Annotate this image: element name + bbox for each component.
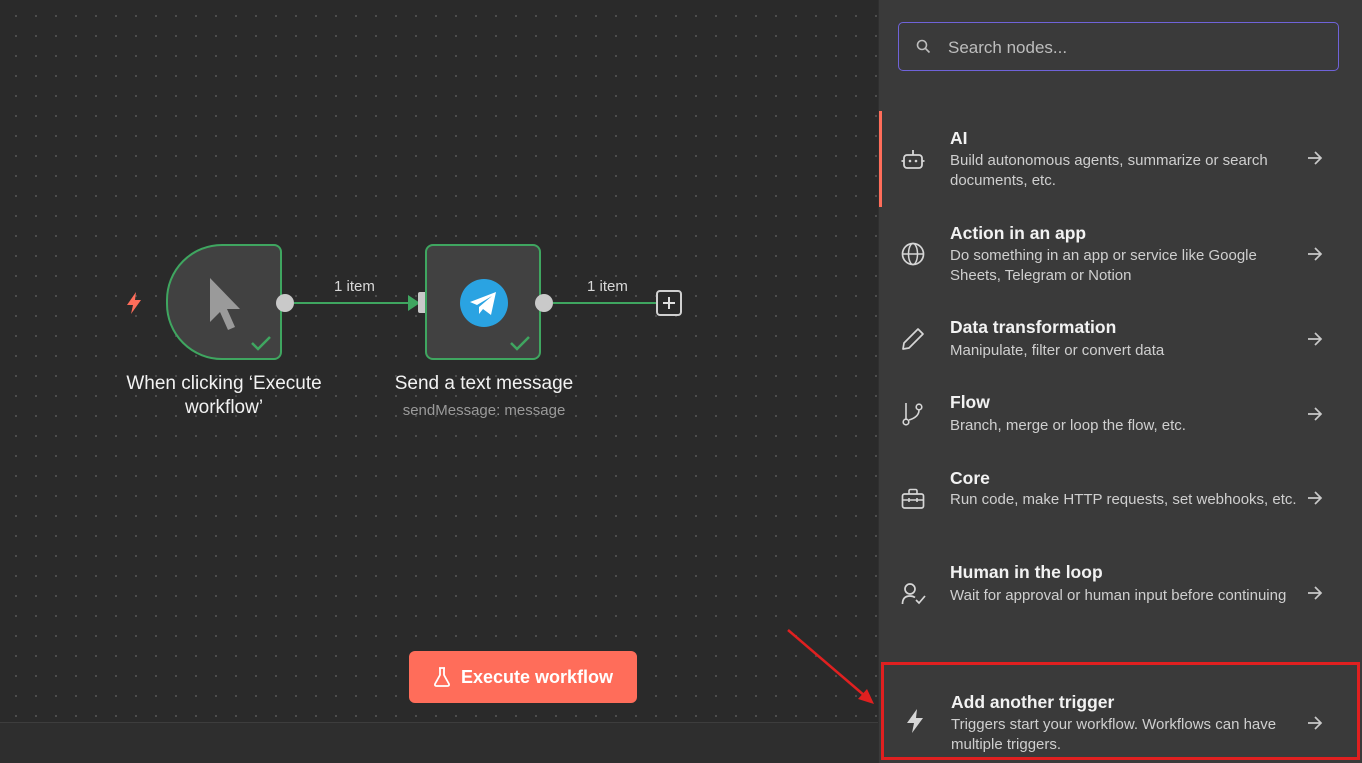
connection-label: 1 item — [587, 278, 628, 295]
category-description: Run code, make HTTP requests, set webhoo… — [950, 491, 1297, 508]
category-description: Manipulate, filter or convert data — [950, 342, 1165, 359]
category-description: Wait for approval or human input before … — [950, 587, 1287, 604]
category-title: Core — [950, 468, 990, 488]
category-flow[interactable]: Flow Branch, merge or loop the flow, etc… — [879, 375, 1361, 451]
category-title: AI — [950, 128, 968, 148]
search-box[interactable] — [898, 22, 1339, 71]
canvas-footer — [0, 723, 878, 763]
connection-label: 1 item — [334, 278, 375, 295]
category-title: Flow — [950, 392, 990, 412]
toolbox-icon — [901, 488, 925, 509]
telegram-node[interactable] — [425, 244, 541, 360]
search-input[interactable] — [946, 33, 1330, 63]
check-icon — [510, 336, 530, 351]
category-add-another-trigger[interactable]: Add another trigger Triggers start your … — [879, 676, 1361, 760]
user-check-icon — [901, 583, 926, 605]
arrow-right-icon — [1308, 407, 1323, 421]
connection-edge[interactable] — [553, 302, 657, 304]
arrow-right-icon — [1308, 247, 1323, 261]
plus-icon — [663, 297, 675, 309]
category-description: Build autonomous agents, summarize or se… — [950, 152, 1268, 189]
execute-workflow-button[interactable]: Execute workflow — [409, 651, 637, 703]
category-title: Add another trigger — [951, 692, 1115, 712]
trigger-node-title: When clicking ‘Execute workflow’ — [126, 373, 322, 418]
category-data-transformation[interactable]: Data transformation Manipulate, filter o… — [879, 301, 1361, 375]
arrow-right-icon — [1308, 332, 1323, 346]
telegram-output-handle[interactable] — [535, 294, 553, 312]
search-icon — [916, 39, 931, 54]
arrow-right-icon — [1308, 491, 1323, 505]
connection-edge[interactable] — [294, 302, 412, 304]
arrow-right-icon — [1308, 151, 1323, 165]
annotation-arrow — [787, 629, 874, 704]
category-human-in-the-loop[interactable]: Human in the loop Wait for approval or h… — [879, 546, 1361, 642]
telegram-node-title: Send a text message — [394, 373, 574, 394]
flask-icon — [433, 667, 450, 687]
telegram-node-subtitle: sendMessage: message — [402, 402, 566, 419]
category-core[interactable]: Core Run code, make HTTP requests, set w… — [879, 451, 1361, 546]
mouse-pointer-icon — [210, 278, 240, 330]
execute-workflow-label: Execute workflow — [460, 666, 614, 687]
category-ai[interactable]: AI Build autonomous agents, summarize or… — [879, 111, 1361, 207]
telegram-icon — [460, 279, 508, 327]
category-title: Data transformation — [950, 317, 1117, 337]
add-node-button[interactable] — [656, 290, 682, 316]
robot-icon — [901, 150, 925, 169]
node-creator-panel: AI Build autonomous agents, summarize or… — [878, 0, 1362, 763]
check-icon — [251, 336, 271, 351]
category-title: Action in an app — [950, 223, 1087, 243]
category-description: Triggers start your workflow. Workflows … — [951, 716, 1277, 753]
trigger-bolt-icon — [127, 292, 141, 314]
category-description: Branch, merge or loop the flow, etc. — [950, 417, 1186, 434]
pencil-icon — [902, 328, 924, 350]
git-branch-icon — [902, 403, 923, 426]
category-action-in-app[interactable]: Action in an app Do something in an app … — [879, 207, 1361, 301]
arrow-right-icon — [1308, 586, 1323, 600]
category-title: Human in the loop — [950, 562, 1103, 582]
category-description: Do something in an app or service like G… — [950, 247, 1257, 284]
globe-icon — [901, 242, 925, 266]
bolt-icon — [907, 709, 923, 733]
workflow-canvas[interactable]: When clicking ‘Execute workflow’ 1 item … — [0, 0, 878, 763]
arrow-right-icon — [1308, 716, 1323, 730]
manual-trigger-node[interactable] — [166, 244, 282, 360]
trigger-output-handle[interactable] — [276, 294, 294, 312]
